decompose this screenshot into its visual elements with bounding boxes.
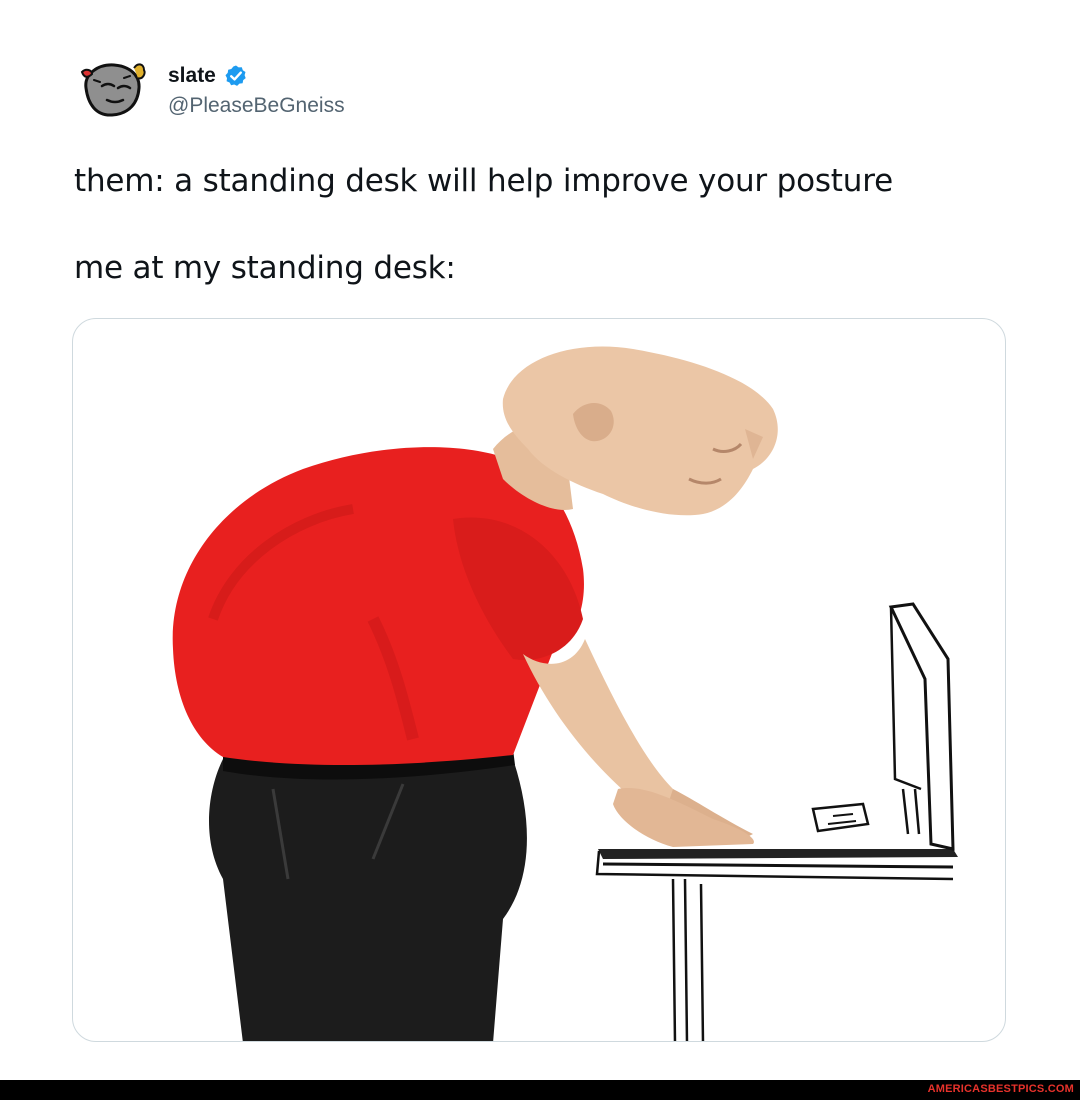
hunched-man-at-standing-desk-illustration — [172, 346, 958, 1041]
author-name-row: slate — [168, 62, 248, 90]
tweet-text: them: a standing desk will help improve … — [74, 160, 1014, 289]
author-display-name[interactable]: slate — [168, 64, 216, 88]
verified-badge-icon — [225, 65, 246, 86]
author-handle[interactable]: @PleaseBeGneiss — [168, 94, 345, 118]
rock-face-avatar-icon — [80, 63, 146, 117]
tweet-text-line-1: them: a standing desk will help improve … — [74, 163, 893, 199]
avatar[interactable] — [76, 58, 152, 122]
tweet-media-image[interactable] — [72, 318, 1006, 1042]
tweet: slate @PleaseBeGneiss them: a standing d… — [0, 0, 1080, 1080]
watermark-text[interactable]: AMERICASBESTPICS.COM — [928, 1083, 1074, 1095]
tweet-text-line-2: me at my standing desk: — [74, 250, 456, 286]
watermark-bar: AMERICASBESTPICS.COM — [0, 1080, 1080, 1100]
